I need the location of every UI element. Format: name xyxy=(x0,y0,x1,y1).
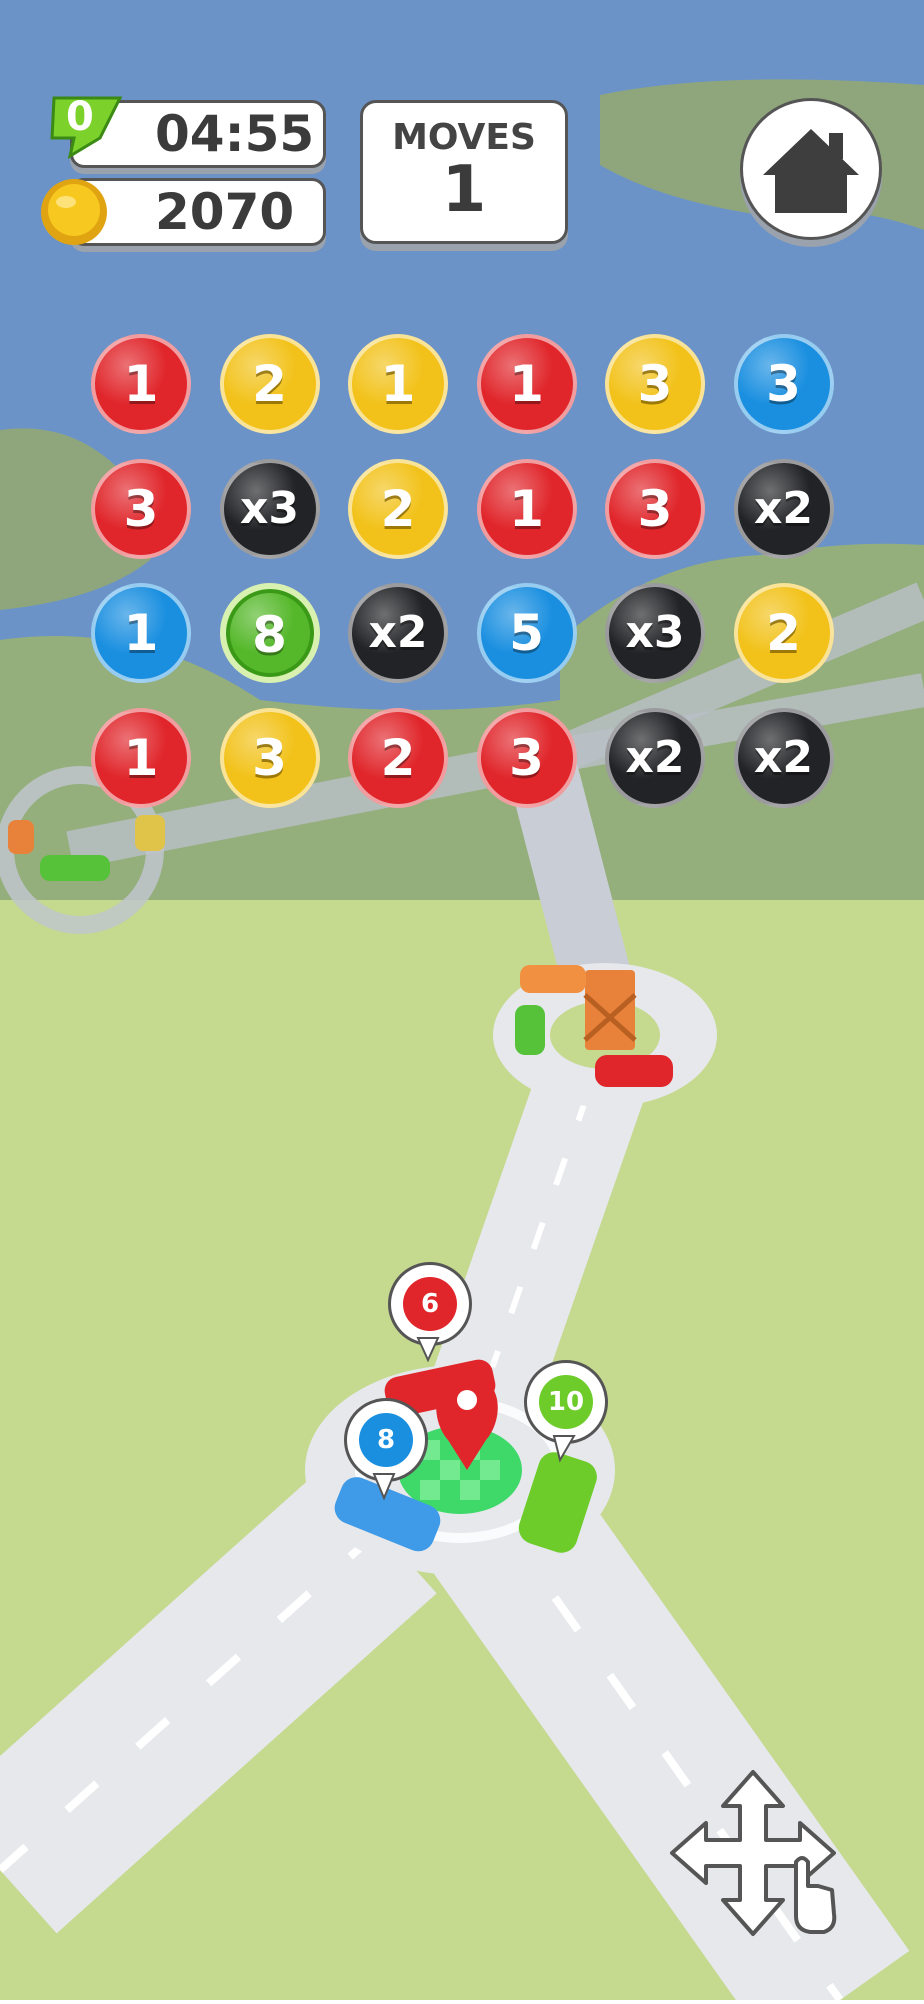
number-gem[interactable]: 3 xyxy=(605,458,705,559)
number-gem[interactable]: 2 xyxy=(733,583,834,683)
coin-value: 2070 xyxy=(155,183,295,241)
number-gem[interactable]: 1 xyxy=(476,334,577,434)
home-icon xyxy=(763,129,859,213)
car-orange xyxy=(520,965,586,993)
timer-badge: 0 xyxy=(66,94,94,140)
number-gem[interactable]: 1 xyxy=(91,334,191,434)
number-gem[interactable]: 1 xyxy=(476,458,577,559)
timer-value: 04:55 xyxy=(155,105,315,163)
number-gem[interactable]: 3 xyxy=(219,707,320,808)
number-gem[interactable]: x2 xyxy=(733,458,834,559)
number-gem[interactable]: 2 xyxy=(348,707,448,808)
number-gem[interactable]: x2 xyxy=(348,583,448,683)
number-gem[interactable]: x2 xyxy=(605,707,705,808)
number-gem[interactable]: 1 xyxy=(348,334,448,434)
car-red-upper xyxy=(595,1055,673,1087)
coin-icon xyxy=(38,176,110,248)
pin-bubble-red: 6 xyxy=(388,1262,472,1346)
moves-label: MOVES xyxy=(392,117,536,158)
game-scene[interactable]: 04:55 0 2070 MOVES 1 1 2 1 1 3 3 3 x3 2 1 3 x2 1 8 x2 5… xyxy=(0,0,924,2004)
pin-value: 8 xyxy=(359,1413,413,1467)
number-gem[interactable]: 1 xyxy=(91,707,191,808)
car-green-small xyxy=(515,1005,545,1055)
pin-bubble-green: 10 xyxy=(524,1360,608,1444)
crate xyxy=(585,970,635,1050)
number-gem[interactable]: 3 xyxy=(91,458,191,559)
home-button[interactable] xyxy=(740,98,882,240)
number-gem[interactable]: 1 xyxy=(91,583,191,683)
number-gem[interactable]: 3 xyxy=(476,707,577,808)
map-background xyxy=(0,0,924,2004)
number-gem[interactable]: 8 xyxy=(219,583,320,683)
pin-bubble-blue: 8 xyxy=(344,1398,428,1482)
clock-badge-icon: 0 xyxy=(44,94,123,170)
pin-value: 6 xyxy=(403,1277,457,1331)
number-gem[interactable]: 2 xyxy=(348,458,448,559)
number-gem[interactable]: 5 xyxy=(476,583,577,683)
pin-value: 10 xyxy=(539,1375,593,1429)
number-gem[interactable]: x3 xyxy=(605,583,705,683)
move-arrows-hand-icon xyxy=(668,1768,838,1938)
number-gem[interactable]: 3 xyxy=(605,334,705,434)
number-gem[interactable]: 2 xyxy=(219,334,320,434)
number-gem[interactable]: x3 xyxy=(219,458,320,559)
moves-value: 1 xyxy=(441,153,487,227)
number-gem[interactable]: x2 xyxy=(733,707,834,808)
moves-counter: MOVES 1 xyxy=(360,100,568,244)
number-gem[interactable]: 3 xyxy=(733,334,834,434)
